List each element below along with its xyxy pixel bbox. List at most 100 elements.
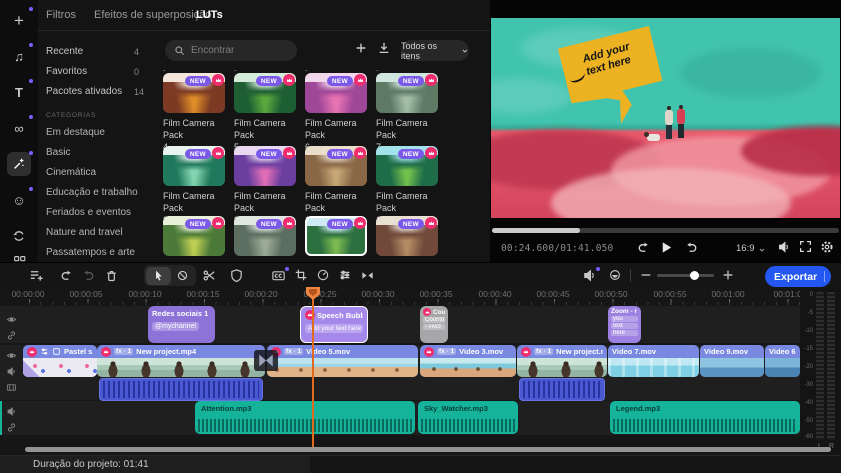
lut-item[interactable]: NEW <box>234 73 296 113</box>
category-nature[interactable]: Nature and travel <box>46 227 123 238</box>
preview-volume-icon[interactable] <box>777 240 791 254</box>
person-figure <box>676 105 685 138</box>
category-hobbies[interactable]: Passatempos e arte <box>46 247 135 258</box>
chevron-down-icon[interactable] <box>758 246 766 254</box>
slider-handle[interactable] <box>690 271 699 280</box>
lut-item[interactable]: NEW <box>163 146 225 186</box>
add-lut-button[interactable] <box>354 41 368 55</box>
category-featured[interactable]: Em destaque <box>46 127 105 138</box>
project-duration: Duração do projeto: 01:41 <box>33 459 149 470</box>
overlay-clip-countdown[interactable]: Cou Countd - vivid <box>420 306 448 343</box>
video-clip[interactable]: Video 7.mov <box>608 345 699 377</box>
snap-off-tool-icon[interactable] <box>170 267 195 285</box>
transitions-icon[interactable]: ∞ <box>7 116 31 140</box>
sidebar-item-recent[interactable]: Recente <box>46 46 83 57</box>
aspect-ratio-selector[interactable]: 16:9 <box>736 243 755 254</box>
download-icon[interactable] <box>377 41 391 55</box>
track-volume-icon[interactable] <box>582 268 598 284</box>
delete-icon[interactable] <box>104 268 120 284</box>
track1-visibility-eye-icon[interactable] <box>6 314 17 325</box>
text-icon[interactable]: T <box>7 80 31 104</box>
export-button[interactable]: Exportar <box>765 266 831 287</box>
tab-filters[interactable]: Filtros <box>46 9 76 21</box>
add-media-icon[interactable]: + <box>7 8 31 32</box>
search-input[interactable]: Encontrar <box>165 40 297 61</box>
track3-link-icon[interactable] <box>6 422 17 433</box>
track3-mute-speaker-icon[interactable] <box>6 406 17 417</box>
speed-icon[interactable] <box>316 268 332 284</box>
preview-settings-gear-icon[interactable] <box>820 240 834 254</box>
lut-item[interactable]: NEW <box>305 73 367 113</box>
sidebar-item-activated-packs[interactable]: Pacotes ativados <box>46 86 122 97</box>
undo-icon[interactable] <box>59 268 75 284</box>
timeline-ruler[interactable]: 00:00:00 00:00:05 00:00:10 00:00:15 00:0… <box>0 288 800 305</box>
captions-icon[interactable] <box>271 268 287 284</box>
video-clip[interactable]: Video 9.mov <box>700 345 764 377</box>
overlay-clip-selected[interactable]: Speech Bubble 69 Add your text here <box>300 306 368 343</box>
lut-item-selected[interactable]: NEW <box>305 216 367 256</box>
lut-item[interactable]: NEW <box>376 216 438 256</box>
timeline-zoom-slider[interactable] <box>657 274 714 277</box>
preview-canvas[interactable]: Add yourtext here <box>491 18 840 218</box>
audio-clip[interactable]: Sky_Watcher.mp3 <box>418 401 518 434</box>
audio-clip[interactable]: Attention.mp3 <box>195 401 415 434</box>
crop-icon[interactable] <box>294 268 310 284</box>
tab-luts[interactable]: LUTs <box>196 9 223 21</box>
clip-audio-waveform[interactable] <box>519 378 605 401</box>
next-frame-icon[interactable] <box>684 240 699 255</box>
track2-film-icon[interactable] <box>6 382 17 393</box>
clip-thumbnail <box>420 358 516 377</box>
category-basic[interactable]: Basic <box>46 147 70 158</box>
video-clip[interactable]: fx · 1 Video 3.mov <box>420 345 516 377</box>
stickers-icon[interactable]: ☺ <box>7 188 31 212</box>
tab-overlays[interactable]: Efeitos de superposição <box>94 9 211 21</box>
overlay-clip-zoom[interactable]: Zoom - r you text here <box>608 306 641 343</box>
search-icon <box>174 45 185 56</box>
timeline-toolbar <box>0 262 841 288</box>
audio-icon[interactable]: ♫ <box>7 44 31 68</box>
clip-audio-waveform[interactable] <box>99 378 263 401</box>
video-clip[interactable]: Video 6.mov <box>765 345 800 377</box>
previous-frame-icon[interactable] <box>636 240 651 255</box>
effects-icon[interactable] <box>7 152 31 176</box>
sidebar-item-favorites[interactable]: Favoritos <box>46 66 87 77</box>
transition-icon[interactable] <box>360 268 376 284</box>
track1-link-icon[interactable] <box>6 330 17 341</box>
track2-mute-speaker-icon[interactable] <box>6 366 17 377</box>
lut-item[interactable]: NEW <box>305 146 367 186</box>
transition-indicator[interactable] <box>254 350 278 371</box>
video-clip[interactable]: fx · 1 New project.mp4 <box>97 345 265 377</box>
video-clip[interactable]: Pastel s <box>23 345 97 377</box>
tool-selector <box>144 265 196 286</box>
mask-shield-icon[interactable] <box>229 268 245 284</box>
zoom-in-icon[interactable] <box>721 268 737 284</box>
overlay-clip[interactable]: Redes sociais 1 @mychannel <box>148 306 215 343</box>
category-cinematic[interactable]: Cinemática <box>46 167 96 178</box>
filter-dropdown[interactable]: Todos os itens <box>401 40 469 61</box>
lut-item[interactable]: NEW <box>163 216 225 256</box>
audio-mixer-icon[interactable] <box>338 268 354 284</box>
export-dropdown-chevron-icon[interactable] <box>829 272 831 281</box>
lut-item[interactable]: NEW <box>376 73 438 113</box>
fullscreen-icon[interactable] <box>799 240 812 253</box>
zoom-out-icon[interactable] <box>639 268 655 284</box>
video-clip[interactable]: fx · 1 Video 5.mov <box>267 345 418 377</box>
lut-item[interactable]: NEW <box>376 146 438 186</box>
track2-visibility-eye-icon[interactable] <box>6 350 17 361</box>
playhead-line[interactable] <box>312 288 314 447</box>
horizontal-scrollbar[interactable] <box>25 447 831 452</box>
render-preview-icon[interactable] <box>608 268 624 284</box>
preview-seekbar[interactable] <box>492 228 839 233</box>
lut-item[interactable]: NEW <box>234 146 296 186</box>
category-education[interactable]: Educação e trabalho <box>46 187 138 198</box>
add-to-timeline-icon[interactable] <box>29 268 45 284</box>
play-icon[interactable] <box>659 240 674 255</box>
audio-clip[interactable]: Legend.mp3 <box>610 401 800 434</box>
split-scissors-icon[interactable] <box>202 268 218 284</box>
video-clip[interactable]: fx · 1 New project.mp4 <box>517 345 607 377</box>
pointer-tool-icon[interactable] <box>146 267 171 285</box>
lut-item[interactable]: NEW <box>163 73 225 113</box>
lut-item[interactable]: NEW <box>234 216 296 256</box>
redo-icon[interactable] <box>81 268 97 284</box>
category-holidays[interactable]: Feriados e eventos <box>46 207 131 218</box>
